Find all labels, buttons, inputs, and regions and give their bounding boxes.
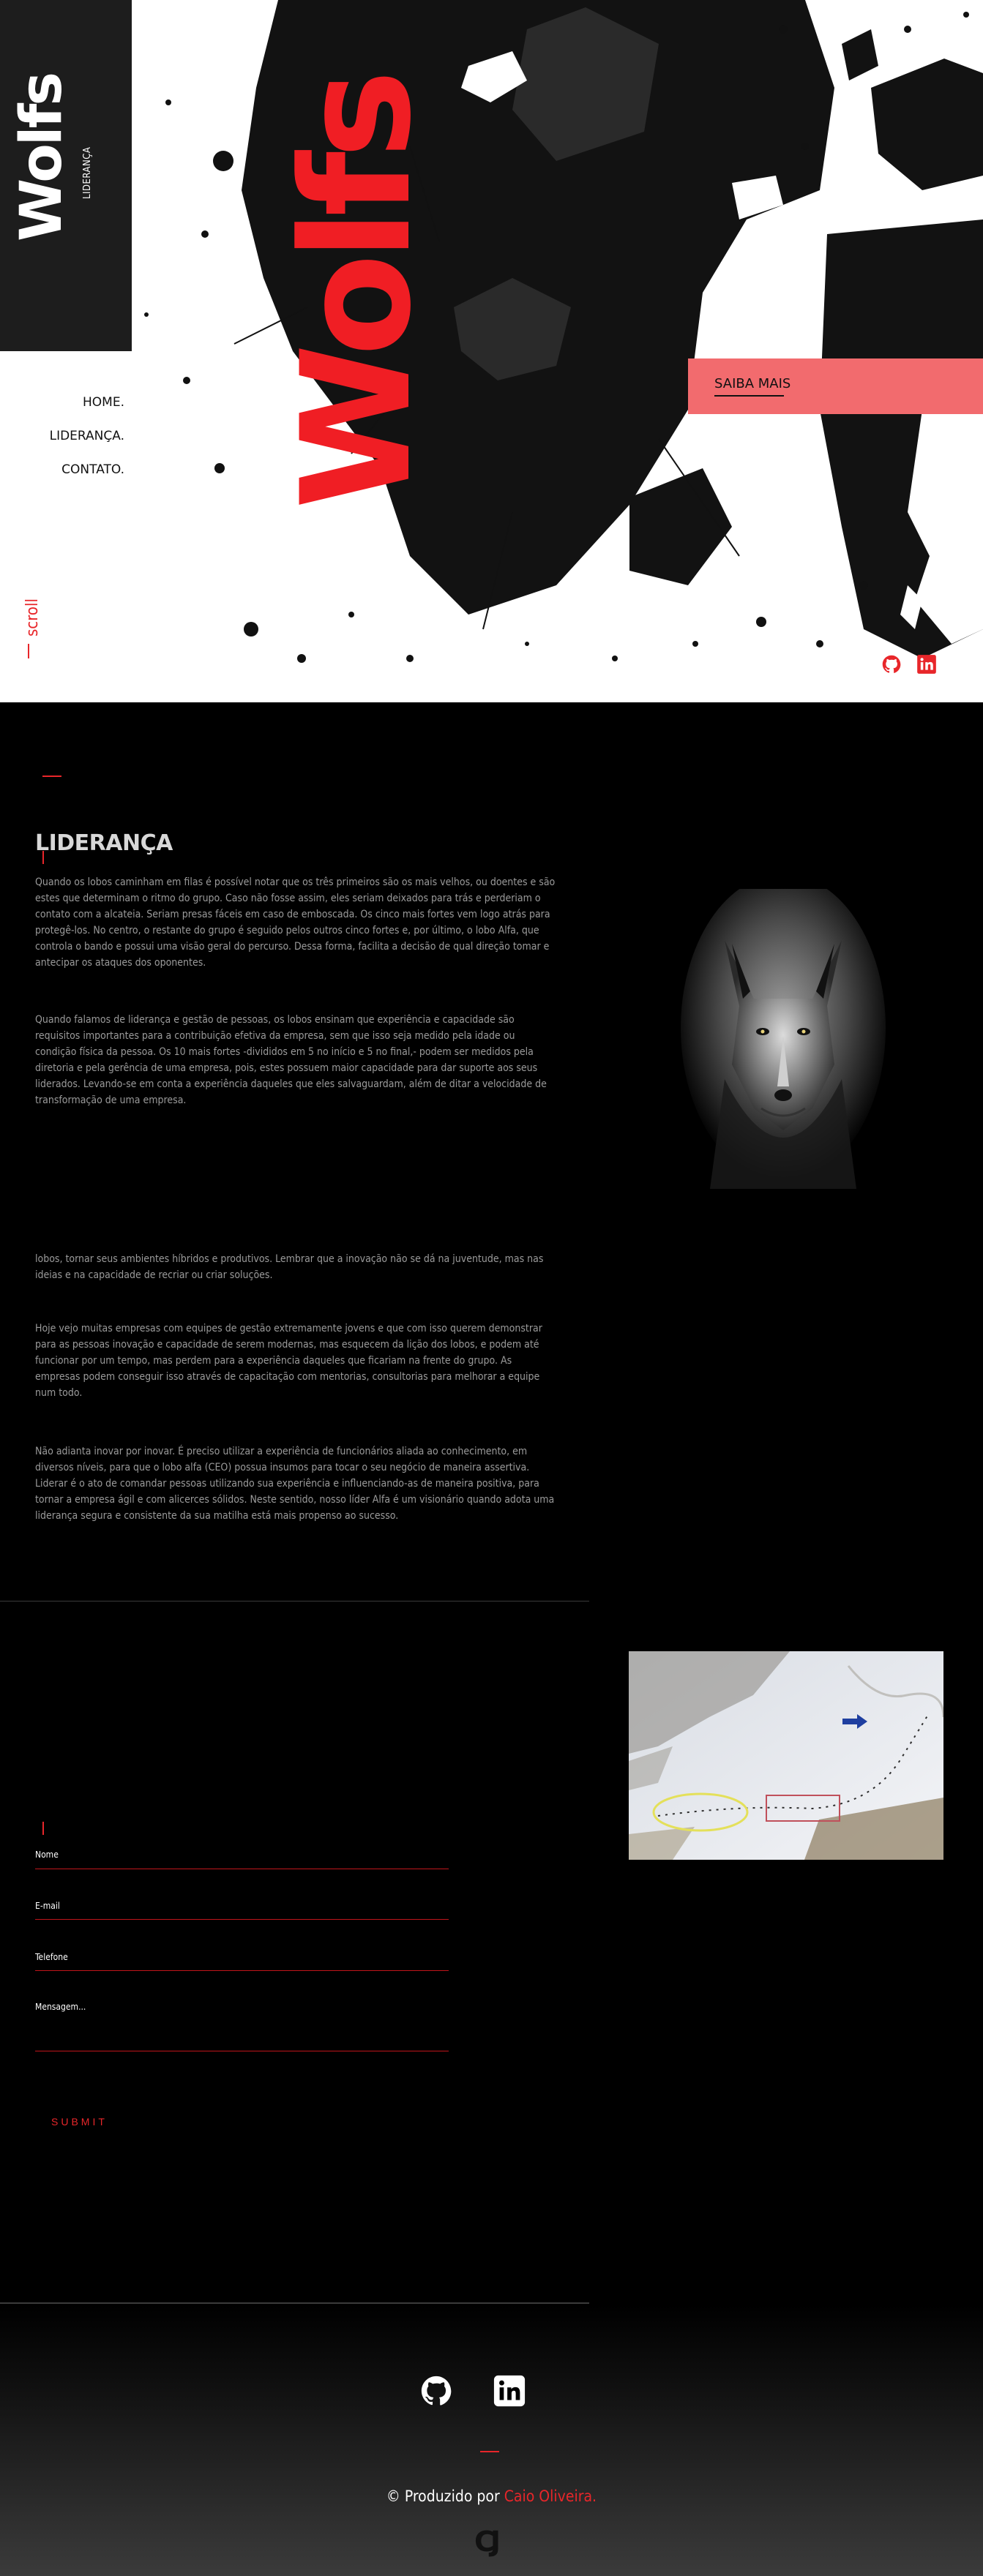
main-nav: HOME. LIDERANÇA. CONTATO. <box>50 395 124 496</box>
field-underline <box>35 1970 449 1971</box>
paragraph-1: Quando os lobos caminham em filas é poss… <box>35 876 556 969</box>
submit-button[interactable]: SUBMIT <box>35 2109 108 2135</box>
wolf-pack-aerial-image <box>629 1651 943 1860</box>
phone-field[interactable] <box>35 1953 452 1971</box>
credit-prefix: © Produzido por <box>386 2487 500 2505</box>
message-field[interactable] <box>35 2013 452 2053</box>
footer-divider <box>0 2302 589 2304</box>
github-icon[interactable] <box>419 2374 453 2408</box>
brand-subtitle: LIDERANÇA <box>82 146 93 199</box>
field-label-mensagem: Mensagem... <box>35 2002 86 2012</box>
scroll-indicator[interactable]: scroll <box>23 598 42 637</box>
field-underline <box>35 1919 449 1920</box>
section-title: LIDERANÇA <box>35 830 173 856</box>
brand-logo: Wolfs <box>9 74 75 241</box>
nav-link-home[interactable]: HOME. <box>50 395 124 410</box>
footer-logo: CJ <box>474 2526 501 2558</box>
form-accent-tick <box>42 1822 44 1835</box>
saiba-mais-button[interactable]: SAIBA MAIS <box>714 376 790 391</box>
paragraph-5: Não adianta inovar por inovar. É preciso… <box>35 1446 555 1522</box>
section-accent-tick <box>42 851 44 864</box>
name-field[interactable] <box>35 1851 452 1869</box>
hero-title: Wolfs <box>270 76 444 509</box>
paragraph-4: Hoje vejo muitas empresas com equipes de… <box>35 1323 542 1399</box>
hero-section: Wolfs LIDERANÇA HOME. LIDERANÇA. CONTATO… <box>0 0 983 702</box>
github-icon[interactable] <box>881 654 902 675</box>
linkedin-icon[interactable] <box>916 654 937 675</box>
footer-credit: © Produzido por Caio Oliveira. <box>0 2487 983 2505</box>
nav-link-lideranca[interactable]: LIDERANÇA. <box>50 429 124 443</box>
wolf-portrait-image <box>681 889 886 1189</box>
footer-accent-dash <box>480 2451 499 2452</box>
nav-link-contato[interactable]: CONTATO. <box>50 462 124 477</box>
linkedin-icon[interactable] <box>493 2374 526 2408</box>
author-link[interactable]: Caio Oliveira. <box>504 2487 597 2505</box>
brand-panel: Wolfs LIDERANÇA <box>0 0 132 351</box>
section-accent-dash <box>42 776 61 777</box>
scroll-line <box>28 644 29 658</box>
paragraph-2: Quando falamos de liderança e gestão de … <box>35 1014 547 1106</box>
wolf-splatter-illustration <box>144 0 983 663</box>
email-field[interactable] <box>35 1902 452 1920</box>
cta-underline <box>714 395 784 397</box>
paragraph-3: lobos, tornar seus ambientes híbridos e … <box>35 1253 544 1281</box>
